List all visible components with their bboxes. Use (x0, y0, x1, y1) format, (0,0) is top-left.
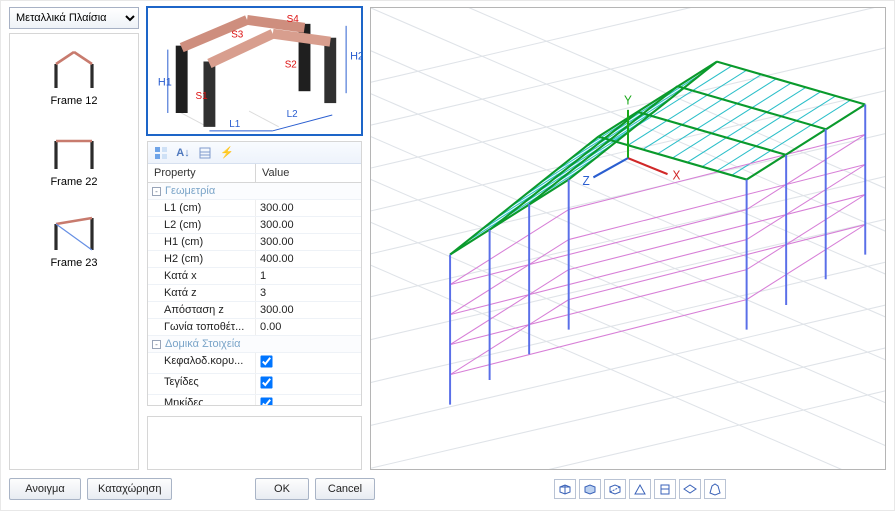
view-persp-icon[interactable] (704, 479, 726, 499)
frame-thumbnail-icon (44, 204, 104, 254)
svg-text:S2: S2 (285, 59, 297, 70)
svg-text:S3: S3 (231, 30, 244, 41)
property-row[interactable]: L2 (cm)300.00 (148, 217, 361, 234)
property-checkbox[interactable] (260, 397, 272, 405)
register-button[interactable]: Καταχώρηση (87, 478, 172, 500)
structure-type-select[interactable]: Μεταλλικά Πλαίσια (9, 7, 139, 29)
collapse-icon[interactable]: - (152, 340, 161, 349)
grid-sort-az-icon[interactable]: A↓ (174, 144, 192, 162)
collapse-icon[interactable]: - (152, 187, 161, 196)
property-header-property: Property (148, 164, 256, 182)
axis-z-label: Z (583, 173, 591, 188)
property-category[interactable]: - Δομικά Στοιχεία (148, 336, 361, 353)
property-category-label: Δομικά Στοιχεία (165, 338, 241, 350)
property-category[interactable]: - Γεωμετρία (148, 183, 361, 200)
ok-button[interactable]: OK (255, 478, 309, 500)
frame-thumbnail[interactable]: Frame 12 (44, 42, 104, 107)
dialog-button-row: Ανοιγμα Καταχώρηση OK Cancel (9, 476, 886, 502)
property-row[interactable]: Μηκίδες (148, 395, 361, 405)
property-row[interactable]: Κατά z3 (148, 285, 361, 302)
frame-thumbnail[interactable]: Frame 22 (44, 123, 104, 188)
svg-text:L1: L1 (229, 119, 241, 130)
property-row[interactable]: Απόσταση z300.00 (148, 302, 361, 319)
property-description-pane (147, 416, 362, 470)
model-viewer[interactable]: X Y Z (370, 7, 886, 470)
axis-y-label: Y (624, 93, 632, 108)
cancel-button[interactable]: Cancel (315, 478, 375, 500)
frame-thumbnail-label: Frame 23 (50, 257, 97, 269)
open-button[interactable]: Ανοιγμα (9, 478, 81, 500)
property-category-label: Γεωμετρία (165, 185, 215, 197)
property-row[interactable]: Κατά x1 (148, 268, 361, 285)
property-header-value: Value (256, 164, 361, 182)
view-iso-hidden-icon[interactable] (604, 479, 626, 499)
frame-thumbnail-label: Frame 12 (50, 95, 97, 107)
property-checkbox[interactable] (260, 355, 272, 367)
property-row[interactable]: H2 (cm)400.00 (148, 251, 361, 268)
property-row[interactable]: Τεγίδες (148, 374, 361, 395)
frame-thumbnail-icon (44, 123, 104, 173)
svg-text:S1: S1 (196, 91, 209, 102)
property-grid: A↓ ⚡ Property Value - Γεωμετρία (147, 141, 362, 406)
svg-text:L2: L2 (287, 109, 298, 120)
view-side-icon[interactable] (654, 479, 676, 499)
grid-lightning-icon[interactable]: ⚡ (218, 144, 236, 162)
grid-categorized-icon[interactable] (152, 144, 170, 162)
svg-text:H1: H1 (158, 76, 172, 88)
frame-thumbnail-list: Frame 12 Fram (9, 33, 139, 470)
grid-props-icon[interactable] (196, 144, 214, 162)
view-front-icon[interactable] (629, 479, 651, 499)
property-row[interactable]: Κεφαλοδ.κορυ... (148, 353, 361, 374)
svg-text:H2: H2 (350, 51, 361, 63)
axis-x-label: X (672, 168, 680, 183)
property-checkbox[interactable] (260, 376, 272, 388)
property-row[interactable]: L1 (cm)300.00 (148, 200, 361, 217)
svg-text:S4: S4 (287, 14, 300, 25)
view-top-icon[interactable] (679, 479, 701, 499)
frame-thumbnail-label: Frame 22 (50, 176, 97, 188)
property-grid-toolbar: A↓ ⚡ (148, 142, 361, 164)
property-grid-body[interactable]: - Γεωμετρία L1 (cm)300.00 L2 (cm)300.00 … (148, 183, 361, 405)
view-iso-wire-icon[interactable] (554, 479, 576, 499)
view-mode-toolbar (554, 479, 886, 499)
frame-thumbnail[interactable]: Frame 23 (44, 204, 104, 269)
frame-thumbnail-icon (44, 42, 104, 92)
frame-preview: H1 H2 S1 S2 S3 S4 L1 L2 (147, 7, 362, 135)
property-grid-header: Property Value (148, 164, 361, 183)
property-row[interactable]: Γωνία τοποθέτ...0.00 (148, 319, 361, 336)
view-iso-shaded-icon[interactable] (579, 479, 601, 499)
property-row[interactable]: H1 (cm)300.00 (148, 234, 361, 251)
